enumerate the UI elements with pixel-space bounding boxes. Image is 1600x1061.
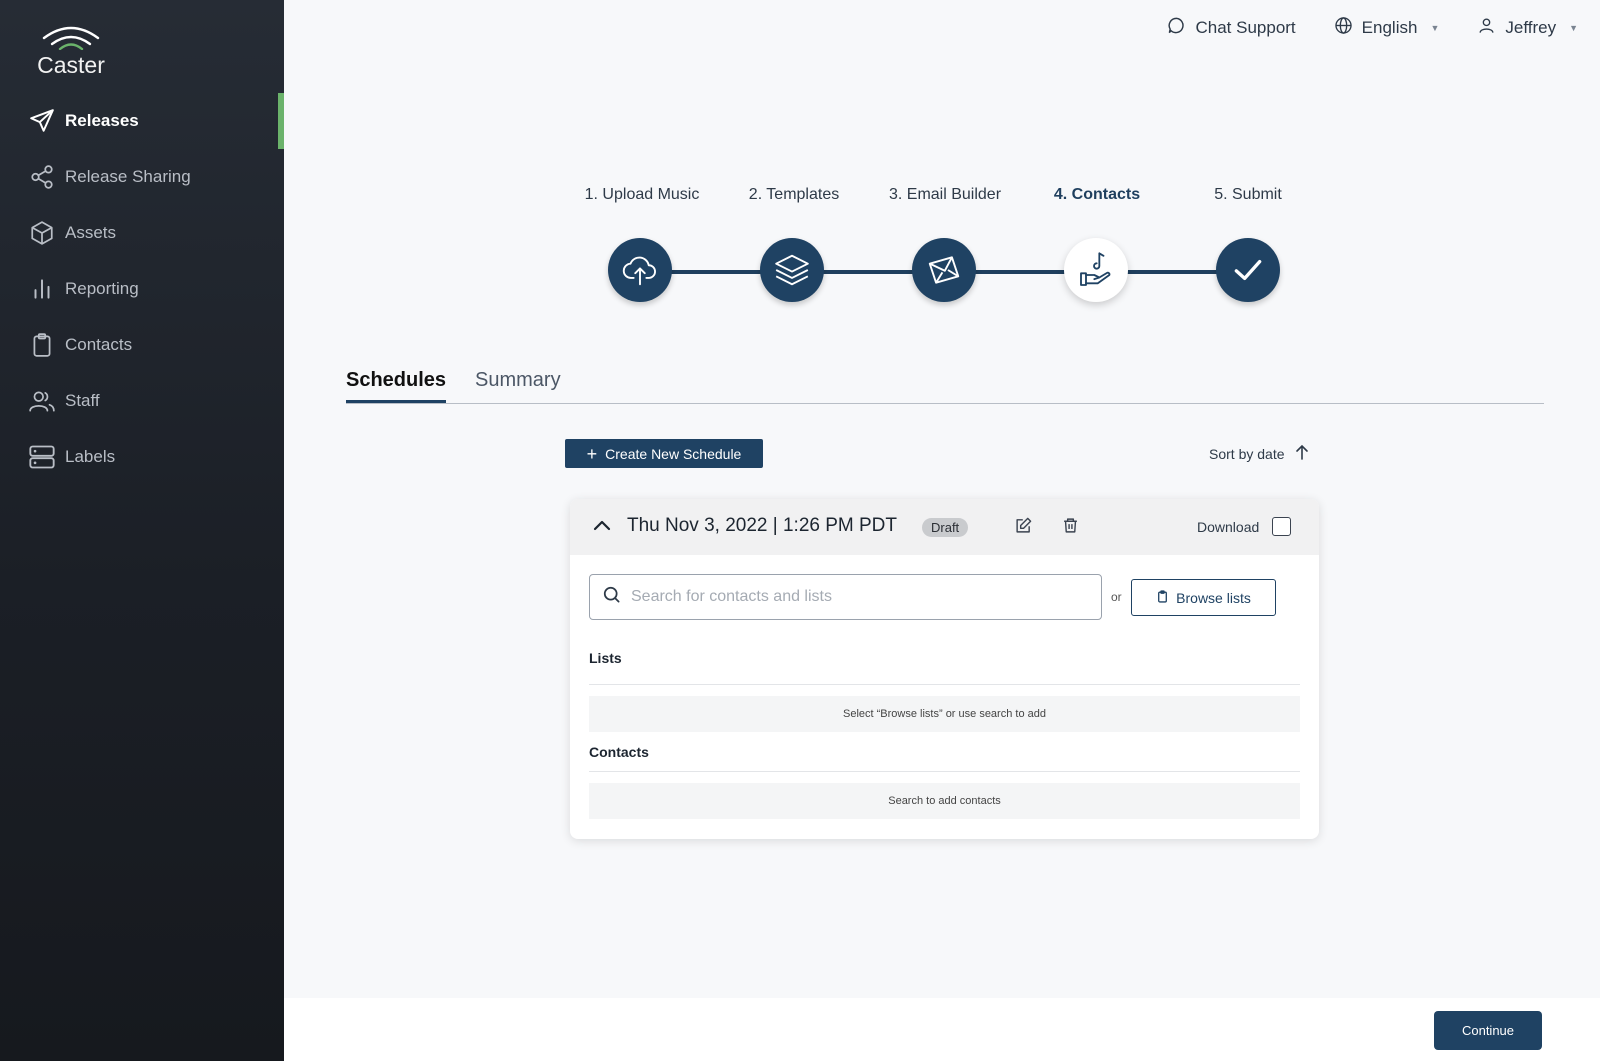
step-upload-music[interactable]: [608, 238, 672, 302]
layers-icon: [775, 254, 809, 286]
browse-lists-label: Browse lists: [1176, 589, 1251, 606]
arrow-up-icon: [1295, 444, 1309, 463]
user-menu[interactable]: Jeffrey ▼: [1477, 16, 1578, 40]
step-email-builder[interactable]: [912, 238, 976, 302]
signal-arcs-icon: [42, 26, 100, 50]
download-checkbox[interactable]: [1272, 517, 1291, 536]
create-new-schedule-button[interactable]: + Create New Schedule: [565, 439, 763, 468]
schedule-card-header: Thu Nov 3, 2022 | 1:26 PM PDT Draft Down…: [570, 499, 1319, 555]
status-badge: Draft: [922, 518, 969, 537]
sidebar-item-label: Release Sharing: [65, 167, 191, 186]
users-icon: [28, 387, 56, 415]
step-label-submit: 5. Submit: [1214, 186, 1282, 203]
continue-button[interactable]: Continue: [1434, 1011, 1542, 1050]
sidebar-item-label: Reporting: [65, 279, 139, 298]
hand-music-note-icon: [1080, 252, 1111, 286]
envelope-icon: [928, 256, 960, 284]
create-new-schedule-label: Create New Schedule: [605, 445, 742, 462]
checkmark-icon: [1234, 260, 1262, 280]
cloud-upload-icon: [622, 256, 656, 286]
step-label-upload-music: 1. Upload Music: [584, 186, 700, 203]
sidebar-item-label: Releases: [65, 111, 139, 130]
divider: [589, 684, 1300, 685]
divider: [589, 771, 1300, 772]
download-label: Download: [1197, 519, 1260, 535]
contact-search-field[interactable]: [589, 574, 1102, 620]
tab-schedules[interactable]: Schedules: [346, 369, 447, 403]
sidebar-item-reporting[interactable]: Reporting: [0, 261, 284, 317]
sidebar-item-contacts[interactable]: Contacts: [0, 317, 284, 373]
trash-icon[interactable]: [1062, 517, 1079, 539]
search-input[interactable]: [631, 588, 1091, 606]
tab-bar: Schedules Summary: [346, 369, 1544, 404]
edit-icon[interactable]: [1015, 517, 1032, 539]
clipboard-icon: [1156, 589, 1169, 607]
step-contacts[interactable]: [1064, 238, 1128, 302]
search-icon: [602, 585, 621, 609]
plus-icon: +: [586, 443, 598, 464]
step-templates[interactable]: [760, 238, 824, 302]
step-label-templates: 2. Templates: [748, 186, 840, 203]
server-icon: [28, 443, 56, 471]
contacts-empty-state: Search to add contacts: [589, 783, 1300, 819]
sidebar-item-labels[interactable]: Labels: [0, 429, 284, 485]
lists-empty-state: Select “Browse lists” or use search to a…: [589, 696, 1300, 732]
sidebar: Caster Releases Release Sharing Assets R…: [0, 0, 284, 1061]
box-icon: [28, 219, 56, 247]
step-label-email-builder: 3. Email Builder: [888, 186, 1002, 203]
step-label-contacts: 4. Contacts: [1053, 186, 1141, 203]
sidebar-item-label: Staff: [65, 391, 100, 410]
sidebar-item-release-sharing[interactable]: Release Sharing: [0, 149, 284, 205]
language-dropdown[interactable]: English ▼: [1334, 16, 1440, 40]
schedule-date-title: Thu Nov 3, 2022 | 1:26 PM PDT: [627, 515, 898, 536]
chat-support-button[interactable]: Chat Support: [1167, 16, 1296, 40]
top-bar: Chat Support English ▼ Jeffrey ▼: [1167, 16, 1578, 40]
chat-bubble-icon: [1167, 16, 1186, 40]
caret-down-icon: ▼: [1569, 23, 1578, 33]
caret-down-icon: ▼: [1430, 23, 1440, 33]
sidebar-item-label: Labels: [65, 447, 116, 466]
lists-heading: Lists: [589, 650, 622, 666]
browse-lists-button[interactable]: Browse lists: [1131, 579, 1276, 616]
sidebar-item-label: Contacts: [65, 335, 133, 354]
contacts-heading: Contacts: [589, 744, 649, 760]
sidebar-nav: Releases Release Sharing Assets Reportin…: [0, 93, 284, 485]
sort-by-date-button[interactable]: Sort by date: [1209, 444, 1309, 463]
sidebar-item-assets[interactable]: Assets: [0, 205, 284, 261]
schedule-card: Thu Nov 3, 2022 | 1:26 PM PDT Draft Down…: [570, 499, 1319, 839]
clipboard-icon: [28, 331, 56, 359]
chat-support-label: Chat Support: [1195, 18, 1296, 37]
bar-chart-icon: [28, 275, 56, 303]
or-separator: or: [1111, 590, 1122, 604]
step-submit[interactable]: [1216, 238, 1280, 302]
user-icon: [1477, 16, 1496, 40]
footer-bar: [284, 998, 1600, 1061]
chevron-up-icon[interactable]: [592, 514, 612, 541]
language-label: English: [1361, 18, 1418, 37]
caster-logo[interactable]: Caster: [36, 22, 106, 79]
user-name: Jeffrey: [1505, 18, 1557, 37]
logo-text: Caster: [37, 52, 105, 78]
tab-summary[interactable]: Summary: [475, 369, 561, 400]
share-icon: [28, 163, 56, 191]
globe-icon: [1334, 16, 1353, 40]
sort-label: Sort by date: [1209, 445, 1285, 462]
paper-plane-icon: [28, 107, 56, 135]
sidebar-item-label: Assets: [65, 223, 117, 242]
sidebar-item-staff[interactable]: Staff: [0, 373, 284, 429]
sidebar-item-releases[interactable]: Releases: [0, 93, 284, 149]
